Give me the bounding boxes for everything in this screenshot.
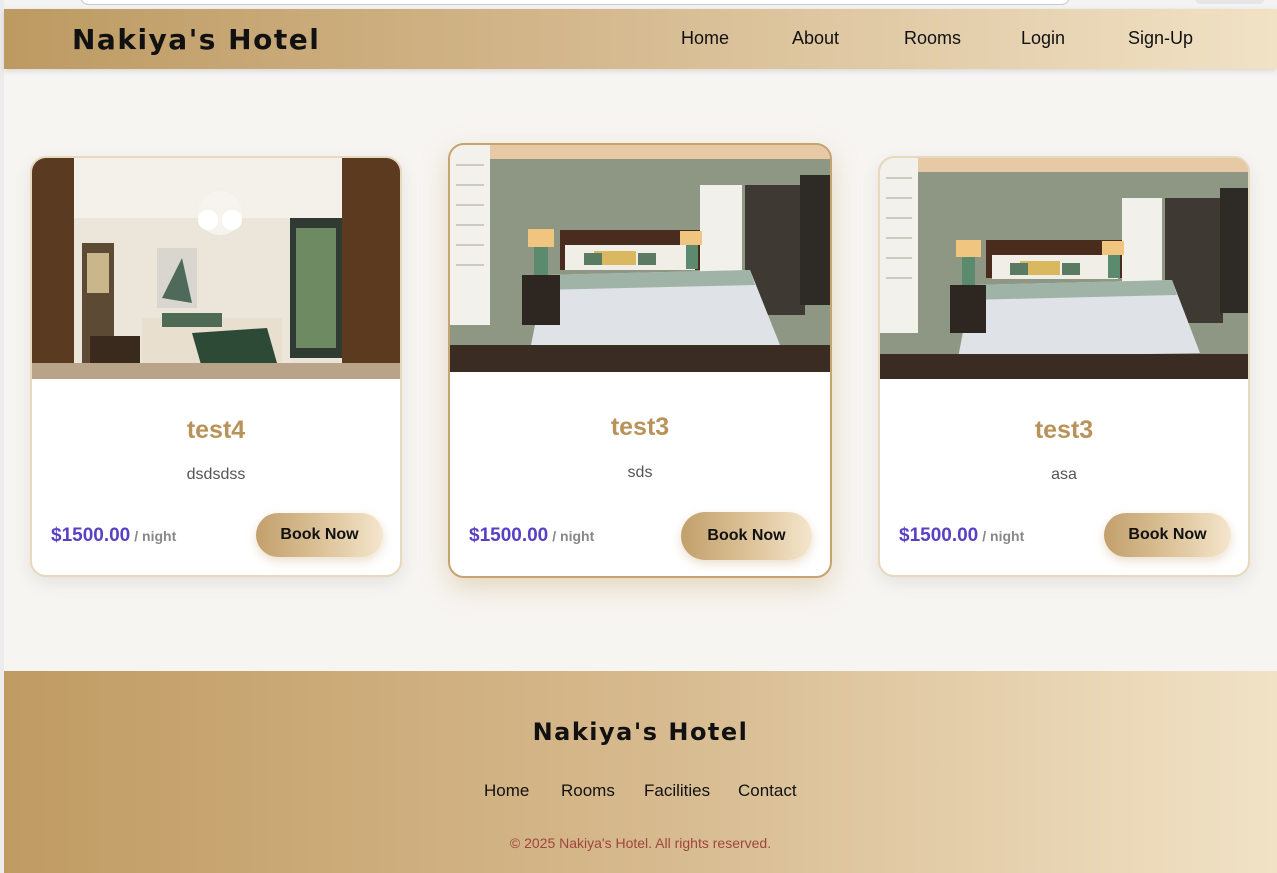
site-footer: Nakiya's Hotel Home Rooms Facilities Con… (4, 671, 1277, 873)
room-photo (450, 145, 830, 372)
book-now-button[interactable]: Book Now (256, 513, 383, 557)
room-name: test4 (186, 416, 246, 444)
room-photo (32, 158, 400, 379)
footer-title: Nakiya's Hotel (532, 718, 749, 746)
address-bar[interactable] (80, 0, 1070, 5)
price-unit: / night (134, 528, 177, 544)
main-nav: Home About Rooms Login Sign-Up (4, 28, 1277, 52)
nav-signup[interactable]: Sign-Up (1128, 28, 1193, 49)
price-unit: / night (982, 528, 1025, 544)
nav-login[interactable]: Login (1021, 28, 1065, 49)
book-now-button[interactable]: Book Now (681, 512, 812, 560)
nav-home[interactable]: Home (681, 28, 729, 49)
footer-link-contact[interactable]: Contact (738, 781, 797, 801)
footer-link-home[interactable]: Home (484, 781, 529, 801)
price-value: $1500.00 (51, 525, 131, 546)
book-now-button[interactable]: Book Now (1104, 513, 1231, 557)
nav-about[interactable]: About (792, 28, 839, 49)
price-unit: / night (552, 528, 595, 544)
footer-link-rooms[interactable]: Rooms (561, 781, 615, 801)
browser-toolbar-pill (1195, 0, 1265, 4)
nav-rooms[interactable]: Rooms (904, 28, 961, 49)
price-value: $1500.00 (469, 525, 549, 546)
price-value: $1500.00 (899, 525, 979, 546)
footer-link-facilities[interactable]: Facilities (644, 781, 710, 801)
room-name: test3 (1034, 416, 1094, 444)
room-price: $1500.00/ night (51, 525, 176, 547)
room-card-featured: test3 sds $1500.00/ night Book Now (448, 143, 832, 578)
room-price: $1500.00/ night (469, 525, 594, 547)
site-header: Nakiya's Hotel Home About Rooms Login Si… (4, 9, 1277, 69)
room-photo (880, 158, 1248, 379)
room-description: sds (627, 464, 653, 481)
browser-chrome (0, 0, 1277, 9)
room-card: test4 dsdsdss $1500.00/ night Book Now (30, 156, 402, 577)
room-card: test3 asa $1500.00/ night Book Now (878, 156, 1250, 577)
room-description: dsdsdss (186, 466, 246, 483)
room-name: test3 (610, 413, 670, 441)
room-price: $1500.00/ night (899, 525, 1024, 547)
room-description: asa (1051, 466, 1077, 483)
copyright-text: © 2025 Nakiya's Hotel. All rights reserv… (509, 835, 772, 851)
footer-nav: Home Rooms Facilities Contact (4, 781, 1277, 803)
